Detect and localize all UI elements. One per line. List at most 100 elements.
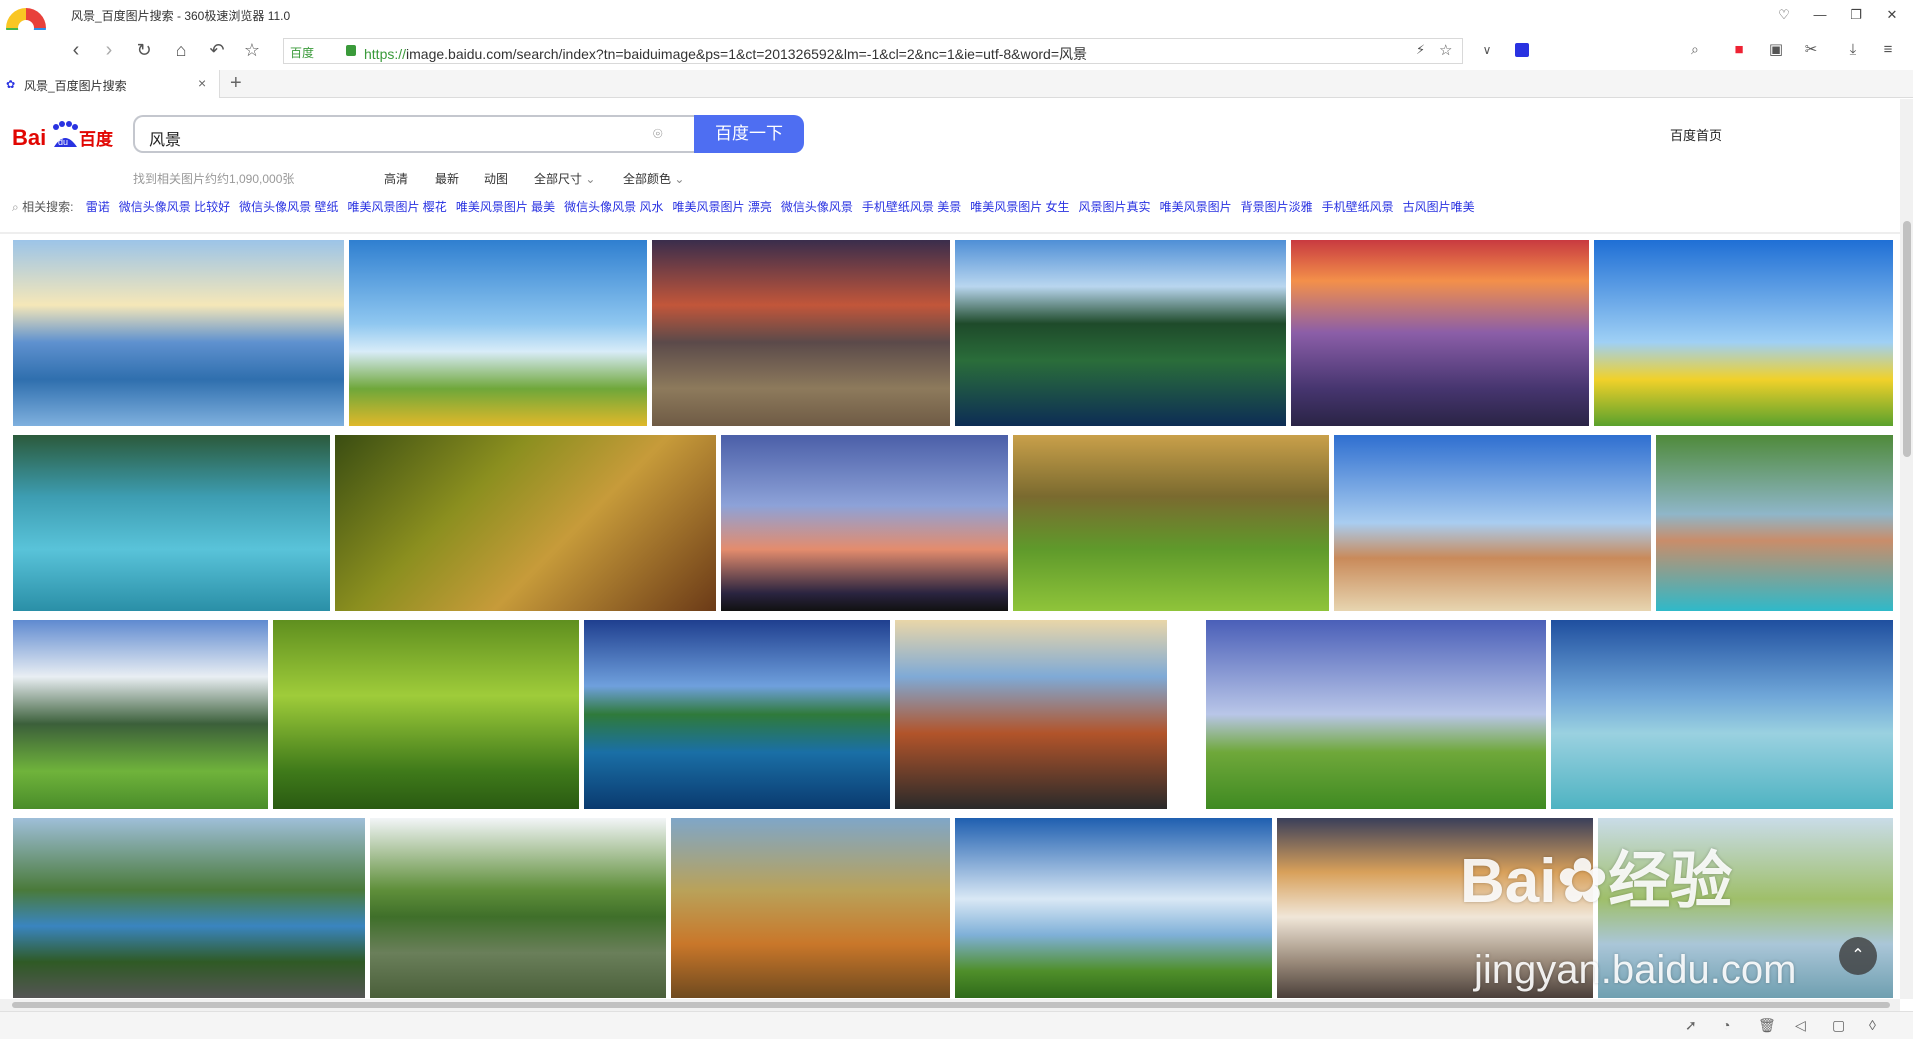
- tab-active[interactable]: ✿ 风景_百度图片搜索 ×: [0, 70, 220, 98]
- bell-icon[interactable]: ◊: [1869, 1017, 1876, 1033]
- image-white-chapel-meadow[interactable]: [1206, 620, 1546, 809]
- filter-latest[interactable]: 最新: [435, 170, 459, 187]
- tab-bar: ✿ 风景_百度图片搜索 × +: [0, 70, 1913, 98]
- apps-icon[interactable]: ■: [1728, 39, 1750, 61]
- image-autumn-forest-path[interactable]: [335, 435, 716, 611]
- search-engine-icon[interactable]: [1515, 43, 1529, 57]
- lightning-icon[interactable]: ⚡: [1416, 42, 1425, 58]
- chevron-down-icon: ⌄: [585, 172, 596, 186]
- related-link[interactable]: 风景图片真实: [1079, 200, 1151, 214]
- related-link[interactable]: 微信头像风景 壁纸: [239, 200, 338, 214]
- image-lakeside-village[interactable]: [1656, 435, 1893, 611]
- chevron-down-icon: ⌄: [674, 172, 685, 186]
- window-icon[interactable]: ▢: [1832, 1017, 1845, 1034]
- image-alpine-chalet[interactable]: [13, 620, 268, 809]
- related-link[interactable]: 唯美风景图片 漂亮: [673, 200, 772, 214]
- related-link[interactable]: 手机壁纸风景: [1322, 200, 1394, 214]
- filter-animated[interactable]: 动图: [484, 170, 508, 187]
- minimize-button[interactable]: —: [1809, 4, 1831, 26]
- back-button[interactable]: ‹: [62, 36, 90, 64]
- image-river-trees-reflection[interactable]: [370, 818, 666, 998]
- related-label: 相关搜索:: [22, 200, 74, 214]
- home-icon[interactable]: ⌂: [167, 36, 195, 64]
- camera-icon[interactable]: ⌾: [653, 126, 663, 144]
- title-bar: 风景_百度图片搜索 - 360极速浏览器 11.0 ♡ — ❐ ✕: [0, 0, 1913, 48]
- filter-color[interactable]: 全部颜色 ⌄: [623, 170, 684, 187]
- menu-icon[interactable]: ≡: [1877, 39, 1899, 61]
- related-link[interactable]: 唯美风景图片: [1160, 200, 1232, 214]
- horizontal-scrollbar[interactable]: [0, 999, 1900, 1011]
- image-boat-clear-water[interactable]: [1551, 620, 1893, 809]
- close-window-button[interactable]: ✕: [1881, 4, 1903, 26]
- toolbar-search-box[interactable]: ⌕: [1505, 38, 1715, 64]
- download-icon[interactable]: ⤓: [1842, 39, 1864, 61]
- speed-icon[interactable]: ◔: [1722, 1017, 1730, 1033]
- tab-close-icon[interactable]: ×: [198, 75, 206, 91]
- svg-text:du: du: [58, 137, 68, 147]
- image-cliff-clouds[interactable]: [895, 620, 1167, 809]
- bookmark-star-icon[interactable]: ☆: [238, 36, 266, 64]
- related-link[interactable]: 雷诺: [86, 200, 110, 214]
- forward-button[interactable]: ›: [95, 36, 123, 64]
- image-island-sea[interactable]: [584, 620, 890, 809]
- image-desert-rock[interactable]: [1334, 435, 1651, 611]
- related-searches: ⌕ 相关搜索: 雷诺 微信头像风景 比较好 微信头像风景 壁纸 唯美风景图片 樱花 唯美…: [12, 198, 1475, 214]
- divider: [0, 232, 1900, 234]
- search-icon[interactable]: ⌕: [1691, 41, 1699, 58]
- related-link[interactable]: 唯美风景图片 最美: [456, 200, 555, 214]
- image-sunlit-woods[interactable]: [1013, 435, 1329, 611]
- related-link[interactable]: 古风图片唯美: [1403, 200, 1475, 214]
- related-link[interactable]: 微信头像风景 比较好: [119, 200, 230, 214]
- back-to-top-button[interactable]: ⌃: [1839, 937, 1877, 975]
- image-snowy-peaks-clouds[interactable]: [1277, 818, 1593, 998]
- result-count: 找到相关图片约约1,090,000张: [133, 172, 295, 186]
- rocket-icon[interactable]: ➚: [1685, 1017, 1697, 1034]
- related-link[interactable]: 唯美风景图片 樱花: [347, 200, 446, 214]
- address-bar[interactable]: 百度 https://image.baidu.com/search/index?…: [283, 38, 1463, 64]
- undo-close-icon[interactable]: ↶: [203, 36, 231, 64]
- restore-button[interactable]: ❐: [1845, 4, 1867, 26]
- image-turquoise-lake[interactable]: [13, 435, 330, 611]
- navigation-bar: ‹ › ↻ ⌂ ↶ ☆ 百度 https://image.baidu.com/s…: [0, 30, 1913, 70]
- vertical-scrollbar[interactable]: [1900, 99, 1913, 999]
- refresh-icon[interactable]: ↻: [130, 36, 158, 64]
- scroll-thumb[interactable]: [1903, 221, 1911, 457]
- related-link[interactable]: 手机壁纸风景 美景: [862, 200, 961, 214]
- image-sunset-hills[interactable]: [652, 240, 950, 426]
- dropdown-chevron-icon[interactable]: ∨: [1476, 39, 1498, 61]
- svg-text:Bai: Bai: [12, 125, 46, 150]
- related-link[interactable]: 微信头像风景 风水: [564, 200, 663, 214]
- image-lake-sky-reflection[interactable]: [13, 240, 344, 426]
- image-sun-rays-sky[interactable]: [721, 435, 1008, 611]
- filter-size[interactable]: 全部尺寸 ⌄: [534, 170, 595, 187]
- image-painted-village[interactable]: [671, 818, 950, 998]
- image-butterfly-flowers[interactable]: [1594, 240, 1893, 426]
- image-moon-fantasy[interactable]: [955, 818, 1272, 998]
- search-input[interactable]: 风景 ⌾: [133, 115, 694, 153]
- related-link[interactable]: 背景图片淡雅: [1241, 200, 1313, 214]
- new-tab-button[interactable]: +: [230, 72, 242, 95]
- image-sunflowers-city[interactable]: [349, 240, 647, 426]
- trash-icon[interactable]: 🗑: [1758, 1017, 1776, 1034]
- favorite-icon[interactable]: ☆: [1439, 41, 1452, 59]
- image-mountain-forest-lake[interactable]: [955, 240, 1286, 426]
- tab-label: 风景_百度图片搜索: [24, 79, 127, 93]
- skin-icon[interactable]: ♡: [1773, 4, 1795, 26]
- image-pink-sunset-sea[interactable]: [1291, 240, 1589, 426]
- scroll-thumb[interactable]: [12, 1002, 1890, 1008]
- web-page: Bai du 百度 风景 ⌾ 百度一下 百度首页 找到相关图片约约1,090,0…: [0, 99, 1900, 999]
- lock-icon: [346, 45, 356, 56]
- speaker-icon[interactable]: ◁: [1795, 1017, 1806, 1034]
- image-grass-closeup[interactable]: [273, 620, 579, 809]
- search-button[interactable]: 百度一下: [694, 115, 804, 153]
- url-text[interactable]: https://image.baidu.com/search/index?tn=…: [364, 44, 1087, 64]
- related-link[interactable]: 微信头像风景: [781, 200, 853, 214]
- image-valley-lake-road[interactable]: [13, 818, 365, 998]
- baidu-logo[interactable]: Bai du 百度: [12, 121, 116, 151]
- window-title: 风景_百度图片搜索 - 360极速浏览器 11.0: [71, 9, 291, 23]
- related-link[interactable]: 唯美风景图片 女生: [970, 200, 1069, 214]
- screenshot-image-icon[interactable]: ▣: [1765, 39, 1787, 61]
- cut-icon[interactable]: ✂: [1800, 39, 1822, 61]
- filter-hd[interactable]: 高清: [384, 170, 408, 187]
- baidu-home-link[interactable]: 百度首页: [1670, 125, 1722, 144]
